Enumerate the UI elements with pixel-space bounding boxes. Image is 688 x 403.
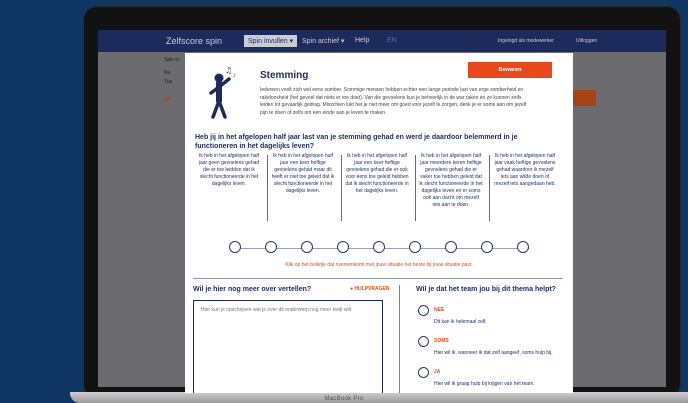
scale-dot-9[interactable] [517, 241, 529, 253]
stemming-modal: ♫ ♪ Stemming Iedereen voelt zich wel een… [185, 53, 573, 393]
more-info-input[interactable] [193, 300, 383, 393]
team-option-soms-desc: Hier wil ik, wanneer ik dat zelf aangeef… [434, 350, 553, 356]
team-option-nee-radio[interactable] [418, 305, 429, 316]
scale-dot-8[interactable] [481, 241, 493, 253]
save-button[interactable]: Bewaren [468, 62, 552, 78]
nav-help[interactable]: Help [351, 35, 373, 46]
scale-dot-1[interactable] [229, 241, 241, 253]
logout-link[interactable]: Uitloggen [576, 38, 597, 44]
question-text: Heb jij in het afgelopen half jaar last … [195, 134, 518, 150]
option-2[interactable]: Ik heb in het afgelopen half jaar een ke… [271, 153, 335, 223]
svg-text:♪: ♪ [233, 73, 236, 79]
scale-dot-5[interactable] [373, 241, 385, 253]
side-label: Spin in [164, 57, 180, 63]
help-questions-label: HULPVRAGEN [354, 286, 390, 292]
side-warning: uit [164, 97, 170, 103]
scale-dot-7[interactable] [445, 241, 457, 253]
person-with-music-note-icon: ♫ ♪ [209, 66, 236, 119]
team-option-nee-desc: Dit kan ik helemaal zelf. [434, 319, 487, 325]
side-item-nu[interactable]: Nu [164, 70, 170, 76]
option-5[interactable]: Ik heb in het afgelopen half jaar vaak h… [493, 153, 557, 223]
scale-dot-2[interactable] [265, 241, 277, 253]
team-option-ja-radio[interactable] [418, 367, 429, 378]
nav-spin-archief[interactable]: Spin archief ▾ [298, 35, 348, 47]
app-brand: Zelfscore spin [166, 36, 223, 46]
more-info-title: Wil je hier nog meer over vertellen? [193, 286, 312, 293]
option-1[interactable]: Ik heb in het afgelopen half jaar geen g… [197, 153, 261, 223]
scale-dot-4[interactable] [337, 241, 349, 253]
answer-options: Ik heb in het afgelopen half jaar geen g… [197, 153, 557, 233]
team-option-ja-label: JA [434, 369, 441, 375]
option-divider [489, 155, 490, 221]
option-4[interactable]: Ik heb in het afgelopen half jaar meerde… [419, 153, 483, 223]
lightbulb-icon: ● [350, 286, 354, 292]
nav-language[interactable]: EN [383, 35, 401, 46]
section-divider [193, 278, 563, 279]
help-questions-link[interactable]: ● HULPVRAGEN [350, 286, 389, 292]
team-help-title: Wil je dat het team jou bij dit thema he… [416, 286, 556, 293]
option-divider [267, 155, 268, 221]
scale-hint: Klik op het bolletje dat overeenkomt met… [285, 262, 473, 268]
column-divider [399, 285, 400, 393]
scale-dot-6[interactable] [409, 241, 421, 253]
rating-scale [229, 241, 529, 255]
modal-title: Stemming [260, 70, 309, 81]
scale-dot-3[interactable] [301, 241, 313, 253]
team-option-nee-label: NEE [434, 307, 445, 313]
svg-text:♫: ♫ [225, 66, 232, 75]
app-header: Zelfscore spin Spin invullen ▾ Spin arch… [98, 30, 666, 52]
laptop-brand-label: MacBook Pro [324, 396, 364, 402]
user-status: Ingelogd als medewerker [498, 38, 554, 44]
nav-spin-invullen[interactable]: Spin invullen ▾ [244, 35, 298, 47]
option-3[interactable]: Ik heb in het afgelopen half jaar een ke… [345, 153, 409, 223]
option-divider [341, 155, 342, 221]
option-divider [415, 155, 416, 221]
team-option-soms-radio[interactable] [418, 336, 429, 347]
team-option-soms-label: SOMS [434, 338, 449, 344]
modal-intro: Iedereen voelt zich wel eens somber. Som… [260, 87, 527, 116]
team-option-ja-desc: Hier wil ik graag hulp bij krijgen van h… [434, 381, 535, 387]
side-item-tus[interactable]: Tus [164, 79, 172, 85]
